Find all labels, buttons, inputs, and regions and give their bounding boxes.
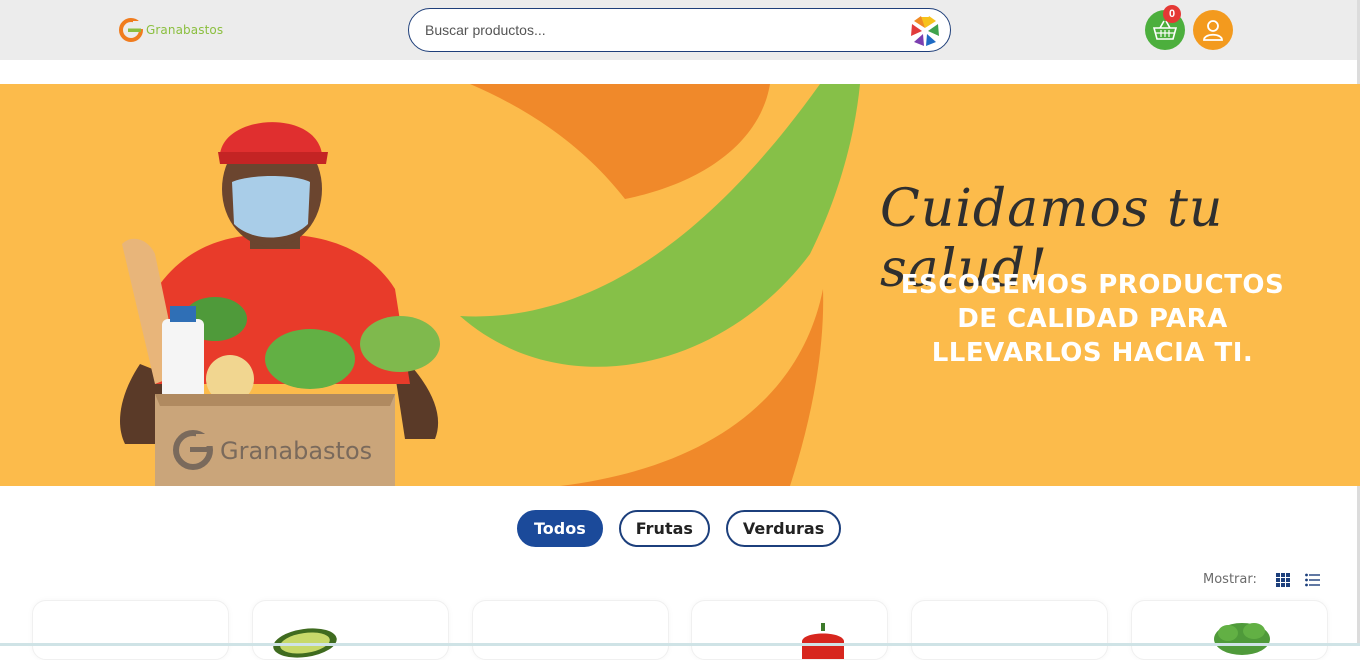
delivery-person-image: Granabastos	[120, 122, 440, 486]
product-card[interactable]	[911, 600, 1108, 660]
filter-frutas[interactable]: Frutas	[618, 510, 710, 547]
colorful-flower-icon[interactable]	[908, 14, 942, 48]
product-card[interactable]	[32, 600, 229, 660]
product-grid	[32, 600, 1328, 660]
avocado-image	[273, 628, 337, 658]
box-brand-text: Granabastos	[220, 437, 372, 465]
product-card[interactable]	[1131, 600, 1328, 660]
box-logo: Granabastos	[173, 430, 372, 470]
product-card[interactable]	[472, 600, 669, 660]
red-pepper-image	[802, 623, 844, 659]
logo-text: Granabastos	[146, 23, 224, 37]
product-card[interactable]	[691, 600, 888, 660]
list-view-icon[interactable]	[1305, 573, 1320, 587]
product-card[interactable]	[252, 600, 449, 660]
category-filters: Todos Frutas Verduras	[517, 510, 842, 547]
hero-banner: Granabastos Cuidamos tu salud! ESCOGEMOS…	[0, 84, 1360, 486]
search-bar[interactable]	[408, 8, 951, 52]
filter-todos[interactable]: Todos	[517, 510, 603, 547]
logo[interactable]: Granabastos	[119, 18, 223, 42]
user-icon	[1203, 20, 1223, 41]
cart-count-badge: 0	[1163, 5, 1181, 23]
parsley-image	[1214, 623, 1270, 655]
search-input[interactable]	[425, 19, 905, 41]
filter-verduras[interactable]: Verduras	[725, 510, 842, 547]
view-label: Mostrar:	[1203, 572, 1257, 587]
banner-subline: ESCOGEMOS PRODUCTOS DE CALIDAD PARA LLEV…	[900, 270, 1285, 368]
user-button[interactable]	[1193, 10, 1233, 50]
logo-icon	[119, 18, 143, 42]
grid-view-icon[interactable]	[1276, 573, 1290, 587]
